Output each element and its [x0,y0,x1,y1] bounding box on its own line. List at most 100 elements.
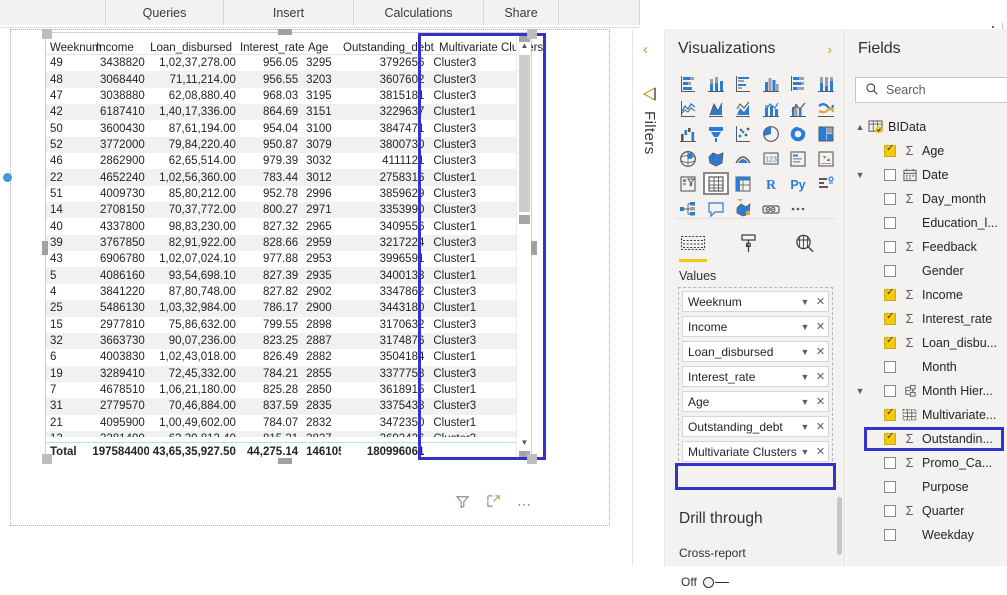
line-chart-icon[interactable] [675,97,701,120]
resize-handle-top-mid[interactable] [278,29,292,35]
field-item-multivariate[interactable]: ▼Multivariate... [846,403,1007,427]
stacked-area-chart-icon[interactable] [730,97,756,120]
table-icon[interactable] [702,172,729,195]
resize-handle-bottom-mid[interactable] [278,458,292,464]
donut-chart-icon[interactable] [785,122,811,145]
chevron-down-icon[interactable]: ▼ [797,297,813,307]
field-checkbox[interactable] [884,265,896,277]
table-visual[interactable]: Weeknum Income Loan_disbursed Interest_r… [42,29,546,464]
field-item-income[interactable]: ▼ΣIncome [846,283,1007,307]
paginated-report-icon[interactable] [758,197,784,220]
field-checkbox[interactable] [884,241,896,253]
chevron-down-icon[interactable]: ▼ [797,347,813,357]
scroll-down-arrow-icon[interactable]: ▼ [517,436,532,450]
chevron-down-icon[interactable]: ▼ [852,386,868,396]
field-item-outstandin[interactable]: ▼ΣOutstandin... [846,427,1007,451]
table-row[interactable]: 4 3841220 87,80,748.00 827.82 2902 3347862 Clu… [46,284,516,300]
q-and-a-icon[interactable] [703,197,729,220]
multi-row-card-icon[interactable] [785,147,811,170]
column-header-outstanding-debt[interactable]: Outstanding_debt [339,42,435,54]
remove-field-icon[interactable]: ✕ [813,395,828,408]
chevron-down-icon[interactable]: ▼ [797,422,813,432]
ribbon-tab-queries[interactable]: Queries [105,0,223,25]
table-row[interactable]: 47 3038880 62,08,880.40 968.03 3195 3815181 Cl… [46,88,516,104]
search-input[interactable]: Search [855,77,1007,103]
table-row[interactable]: 32 3663730 90,07,236.00 823.25 2887 3174876 Cl… [46,332,516,350]
remove-field-icon[interactable]: ✕ [813,320,828,333]
toggle-switch-icon[interactable] [702,576,729,588]
format-tab-strip[interactable] [677,225,837,263]
table-row[interactable]: 43 6906780 1,02,07,024.10 977.88 2953 3996591… [46,251,516,267]
table-row[interactable]: 46 2862900 62,65,514.00 979.39 3032 4111121 Cl… [46,153,516,169]
chevron-down-icon[interactable]: ▼ [797,322,813,332]
table-row[interactable]: 19 3289410 72,45,332.00 784.21 2855 3377753 Cl… [46,365,516,382]
stacked-column-chart-icon[interactable] [703,72,729,95]
field-item-quarter[interactable]: ▼ΣQuarter [846,499,1007,523]
value-well-interest-rate[interactable]: Interest_rate ▼ ✕ [682,366,829,387]
value-well-outstanding-debt[interactable]: Outstanding_debt ▼ ✕ [682,416,829,437]
field-item-purpose[interactable]: ▼Purpose [846,475,1007,499]
resize-handle-top-right[interactable] [527,29,537,39]
analytics-tab[interactable] [789,227,821,261]
column-header-interest-rate[interactable]: Interest_rate [236,42,305,54]
field-item-date[interactable]: ▼ Date [846,163,1007,187]
field-checkbox[interactable] [884,361,896,373]
focus-mode-icon[interactable] [486,494,501,514]
field-checkbox[interactable] [884,529,896,541]
table-row[interactable]: 51 4009730 85,80,212.00 952.78 2996 3859629 Cl… [46,186,516,202]
chevron-right-icon[interactable]: › [827,41,832,57]
value-well-multivariate-clusters[interactable]: Multivariate Clusters ▼ ✕ [682,441,829,462]
table-row[interactable]: 31 2779570 70,46,884.00 837.59 2835 3375438 Cl… [46,398,516,415]
remove-field-icon[interactable]: ✕ [813,420,828,433]
value-well-age[interactable]: Age ▼ ✕ [682,391,829,412]
field-checkbox[interactable] [884,457,896,469]
field-checkbox[interactable] [884,217,896,229]
chevron-up-icon[interactable]: ▲ [852,122,868,132]
value-well-loan-disbursed[interactable]: Loan_disbursed ▼ ✕ [682,341,829,362]
field-item-weekday[interactable]: ▼Weekday [846,523,1007,547]
field-item-promo-ca[interactable]: ▼ΣPromo_Ca... [846,451,1007,475]
field-checkbox[interactable] [884,193,896,205]
matrix-icon[interactable] [730,172,756,195]
cross-report-toggle[interactable]: Off [681,575,729,589]
field-checkbox[interactable] [884,431,896,445]
chevron-down-icon[interactable]: ▼ [852,170,868,180]
field-item-month[interactable]: ▼Month [846,355,1007,379]
field-item-gender[interactable]: ▼Gender [846,259,1007,283]
values-field-wells[interactable]: Weeknum ▼ ✕ Income ▼ ✕ Loan_disbursed ▼ ✕ Interes… [678,287,833,466]
value-well-weeknum[interactable]: Weeknum ▼ ✕ [682,291,829,312]
column-header-income[interactable]: Income [92,42,146,54]
field-item-day-month[interactable]: ▼ΣDay_month [846,187,1007,211]
ribbon-tab-calculations[interactable]: Calculations [353,0,483,25]
line-stacked-column-chart-icon[interactable] [758,97,784,120]
map-icon[interactable] [675,147,701,170]
visualization-type-grid[interactable]: 123 R Py [675,72,835,220]
field-checkbox[interactable] [884,385,896,397]
python-visual-icon[interactable]: Py [785,172,811,195]
arcgis-map-icon[interactable] [730,147,756,170]
field-checkbox[interactable] [884,287,896,301]
treemap-icon[interactable] [813,122,839,145]
chevron-down-icon[interactable]: ▼ [797,397,813,407]
fields-tree[interactable]: ▲BIData▼ΣAge▼Date▼ΣDay_month▼Education_l… [846,115,1007,595]
100-stacked-bar-chart-icon[interactable] [785,72,811,95]
waterfall-chart-icon[interactable] [675,122,701,145]
column-header-loan-disbursed[interactable]: Loan_disbursed [146,42,236,54]
stacked-bar-chart-icon[interactable] [675,72,701,95]
table-row[interactable]: 49 3438820 1,02,37,278.00 956.05 3295 3792656… [46,55,516,71]
field-checkbox[interactable] [884,143,896,157]
ribbon-chart-icon[interactable] [813,97,839,120]
field-item-age[interactable]: ▼ΣAge [846,139,1007,163]
get-more-visuals-icon[interactable] [785,197,811,220]
field-item-feedback[interactable]: ▼ΣFeedback [846,235,1007,259]
table-row[interactable]: 40 4337800 98,83,230.00 827.32 2965 3409556 Cl… [46,218,516,234]
table-row[interactable]: 13328149063,39,813.40815.2128273693426Cl… [46,430,516,437]
column-header-age[interactable]: Age [304,42,339,54]
field-checkbox[interactable] [884,505,896,517]
field-checkbox[interactable] [884,311,896,325]
funnel-chart-icon[interactable] [703,122,729,145]
resize-handle-bottom-left[interactable] [42,454,52,464]
resize-handle-mid-left[interactable] [42,241,48,255]
filled-map-icon[interactable] [703,147,729,170]
card-icon[interactable]: 123 [758,147,784,170]
